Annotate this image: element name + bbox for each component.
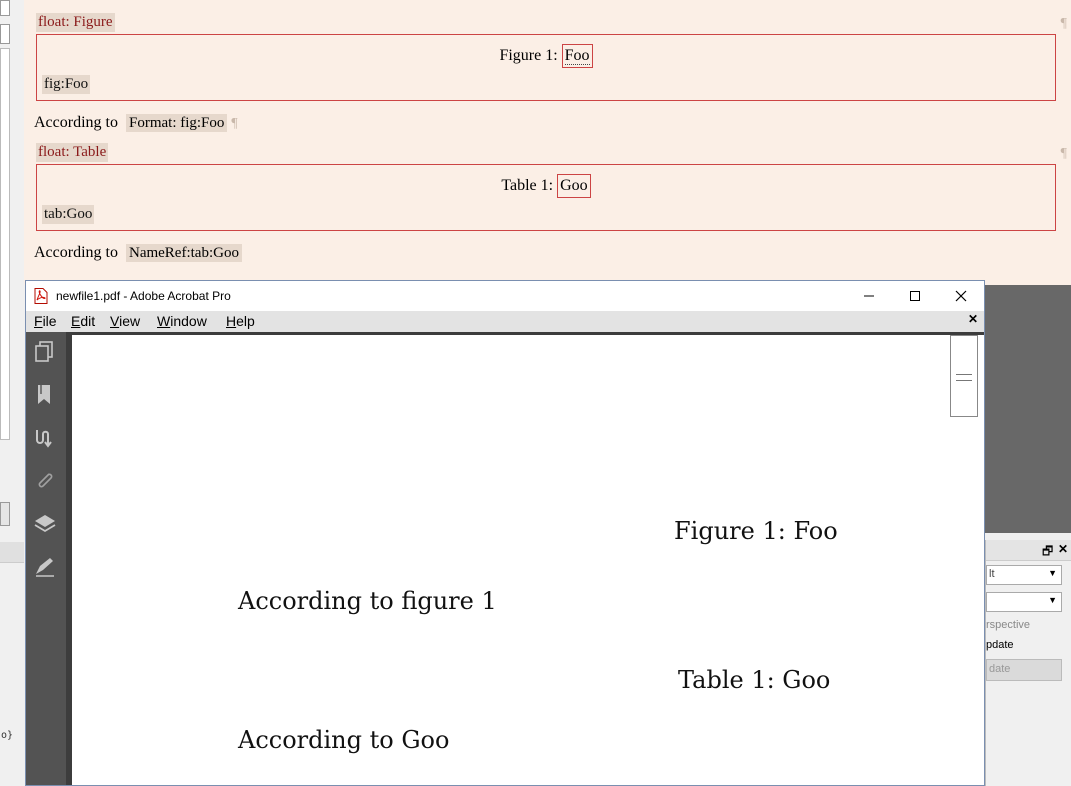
paragraph-1: According to Format: fig:Foo ¶ xyxy=(34,114,238,132)
float-figure-box[interactable]: Figure 1: Foo fig:Foo xyxy=(36,34,1056,101)
lyx-editor[interactable]: float: Figure ¶ Figure 1: Foo fig:Foo Ac… xyxy=(24,0,1071,285)
navigation-pane xyxy=(26,332,70,785)
layers-icon[interactable] xyxy=(32,511,58,537)
maximize-button[interactable] xyxy=(892,281,938,311)
chevron-down-icon: ▼ xyxy=(1048,595,1057,605)
paragraph-1-text: According to xyxy=(34,114,118,131)
close-icon xyxy=(955,290,967,302)
pages-icon[interactable] xyxy=(32,339,58,365)
float-table-box[interactable]: Table 1: Goo tab:Goo xyxy=(36,164,1056,231)
pdf-file-icon xyxy=(34,288,48,304)
maximize-icon xyxy=(910,291,920,301)
menu-help[interactable]: Help xyxy=(226,313,255,329)
left-panel-header-fragment xyxy=(0,542,24,563)
figure-caption-inset[interactable]: Foo xyxy=(561,44,593,68)
float-table-label[interactable]: float: Table xyxy=(36,143,109,162)
acrobat-window[interactable]: newfile1.pdf - Adobe Acrobat Pro File Ed… xyxy=(25,280,985,786)
panel-option-text-1[interactable]: rspective xyxy=(986,619,1030,631)
document-close-icon[interactable]: ✕ xyxy=(968,312,978,326)
left-input-fragment[interactable] xyxy=(0,24,10,44)
preview-settings-panel: 🗗 ✕ lt ▼ ▼ rspective pdate date xyxy=(985,540,1071,786)
panel-header: 🗗 ✕ xyxy=(986,540,1071,561)
paragraph-2-text: According to xyxy=(34,244,118,261)
pdf-table-caption: Table 1: Goo xyxy=(678,666,831,694)
acrobat-titlebar[interactable]: newfile1.pdf - Adobe Acrobat Pro xyxy=(26,281,984,311)
minimize-icon xyxy=(864,295,874,297)
left-code-fragment: o} xyxy=(1,730,14,741)
paragraph-mark: ¶ xyxy=(1060,16,1067,31)
panel-combo-1[interactable]: lt ▼ xyxy=(986,565,1062,585)
editor-gray-area xyxy=(985,285,1071,533)
signature-icon[interactable] xyxy=(32,425,58,451)
paragraph-2: According to NameRef:tab:Goo xyxy=(34,244,242,262)
menu-bar: File Edit View Window Help ✕ xyxy=(26,311,984,333)
float-figure-label[interactable]: float: Figure xyxy=(36,13,115,32)
menu-edit[interactable]: Edit xyxy=(71,313,95,329)
table-label-inset[interactable]: tab:Goo xyxy=(42,205,95,224)
menu-file[interactable]: File xyxy=(34,313,57,329)
left-combo-fragment[interactable] xyxy=(0,0,10,16)
edit-sign-icon[interactable] xyxy=(32,554,58,580)
figure-caption-text: Foo xyxy=(564,47,590,65)
left-list-fragment[interactable] xyxy=(0,48,10,440)
figure-caption-prefix: Figure 1: xyxy=(499,47,558,64)
table-caption-prefix: Table 1: xyxy=(501,177,554,194)
pdf-page[interactable]: Figure 1: Foo According to figure 1 Tabl… xyxy=(72,335,984,785)
panel-combo-2[interactable]: ▼ xyxy=(986,592,1062,612)
document-area[interactable]: Figure 1: Foo According to figure 1 Tabl… xyxy=(70,332,984,785)
menu-window[interactable]: Window xyxy=(157,313,207,329)
close-panel-icon[interactable]: ✕ xyxy=(1058,542,1068,556)
paragraph-mark: ¶ xyxy=(231,116,238,131)
figure-caption: Figure 1: Foo xyxy=(37,44,1055,68)
bookmark-icon[interactable] xyxy=(32,382,58,408)
chevron-down-icon: ▼ xyxy=(1048,568,1057,578)
scroll-grip-icon xyxy=(956,374,972,381)
window-title: newfile1.pdf - Adobe Acrobat Pro xyxy=(56,289,231,303)
panel-update-button[interactable]: date xyxy=(986,659,1062,681)
cross-reference-table[interactable]: NameRef:tab:Goo xyxy=(125,244,242,262)
vertical-scrollbar-thumb[interactable] xyxy=(950,335,978,417)
float-panel-icon[interactable]: 🗗 xyxy=(1042,542,1053,563)
attachment-icon[interactable] xyxy=(32,468,58,494)
table-caption-text: Goo xyxy=(560,177,588,194)
left-button-fragment[interactable] xyxy=(0,502,10,526)
panel-option-text-2[interactable]: pdate xyxy=(986,639,1014,651)
menu-view[interactable]: View xyxy=(110,313,140,329)
close-button[interactable] xyxy=(938,281,984,311)
pdf-paragraph-2: According to Goo xyxy=(238,726,450,754)
minimize-button[interactable] xyxy=(846,281,892,311)
cross-reference-figure[interactable]: Format: fig:Foo xyxy=(125,114,228,132)
table-caption: Table 1: Goo xyxy=(37,174,1055,198)
paragraph-mark: ¶ xyxy=(1060,146,1067,161)
pdf-figure-caption: Figure 1: Foo xyxy=(674,517,838,545)
figure-label-inset[interactable]: fig:Foo xyxy=(42,75,91,94)
table-caption-inset[interactable]: Goo xyxy=(557,174,591,198)
pdf-paragraph-1: According to figure 1 xyxy=(238,587,497,615)
left-pane-fragment: o} xyxy=(0,0,24,786)
